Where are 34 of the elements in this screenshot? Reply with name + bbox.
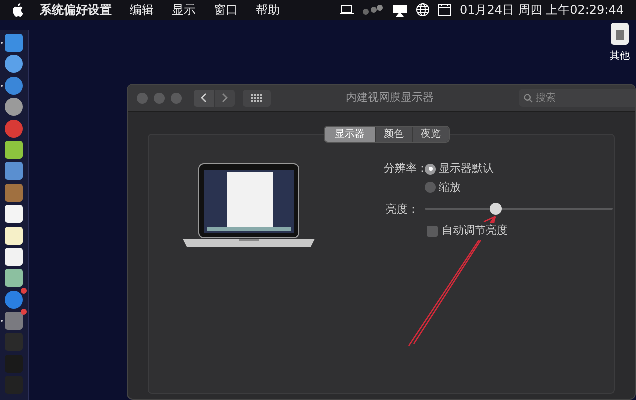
menu-item[interactable]: 显示 xyxy=(172,1,196,19)
apple-logo-icon[interactable] xyxy=(12,3,24,17)
tab[interactable]: 颜色 xyxy=(375,127,412,142)
tab[interactable]: 夜览 xyxy=(412,127,449,142)
brightness-slider[interactable] xyxy=(425,203,613,215)
menu-item[interactable]: 窗口 xyxy=(214,1,238,19)
dots-icon[interactable] xyxy=(362,4,384,16)
menu-item[interactable]: 帮助 xyxy=(256,1,280,19)
back-button[interactable] xyxy=(194,90,214,106)
airplay-icon[interactable] xyxy=(392,4,408,16)
show-all-button[interactable] xyxy=(243,90,271,106)
search-field[interactable]: 搜索 xyxy=(519,89,635,107)
chevron-right-icon xyxy=(222,93,228,103)
desktop-icon-label[interactable]: 其他 xyxy=(610,49,630,64)
drive-icon[interactable] xyxy=(610,22,630,46)
resolution-label: 分辨率： xyxy=(384,161,428,177)
radio-button[interactable] xyxy=(425,182,436,194)
chevron-left-icon xyxy=(201,93,207,103)
grid-icon xyxy=(251,94,263,102)
menu-bar-clock[interactable]: 01月24日 周四 上午02:29:44 xyxy=(460,1,624,19)
menu-item[interactable]: 系统偏好设置 xyxy=(40,1,112,19)
menu-item[interactable]: 编辑 xyxy=(130,1,154,19)
globe-icon[interactable] xyxy=(416,3,430,17)
radio-button[interactable] xyxy=(425,164,436,175)
checkbox[interactable] xyxy=(427,226,438,237)
search-icon xyxy=(524,94,533,103)
radio-label: 缩放 xyxy=(439,180,461,196)
brightness-label: 亮度： xyxy=(386,202,419,218)
auto-brightness-label: 自动调节亮度 xyxy=(442,223,508,240)
laptop-icon[interactable] xyxy=(340,5,354,15)
slider-thumb[interactable] xyxy=(490,203,502,215)
forward-button[interactable] xyxy=(215,90,235,106)
window-title: 内建视网膜显示器 xyxy=(346,90,434,106)
radio-label: 显示器默认 xyxy=(439,161,494,177)
